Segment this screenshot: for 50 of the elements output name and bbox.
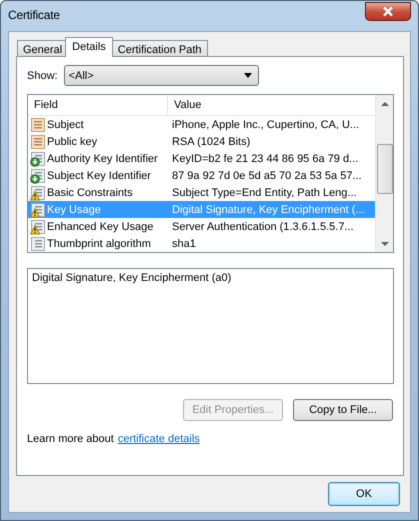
window-title: Certificate bbox=[8, 8, 60, 22]
field-name: Public key bbox=[47, 136, 98, 148]
tab[interactable]: Details bbox=[65, 37, 113, 57]
document-warning-icon bbox=[30, 218, 46, 234]
tab[interactable]: Certification Path bbox=[112, 40, 208, 57]
list-row[interactable]: Subject iPhone, Apple Inc., Cupertino, CA, U... bbox=[28, 116, 375, 133]
close-button[interactable] bbox=[365, 2, 411, 21]
field-value: Digital Signature, Key Encipherment (... bbox=[171, 204, 366, 216]
field-value: Server Authentication (1.3.6.1.5.5.7... bbox=[171, 220, 355, 232]
document-warning-icon bbox=[30, 184, 46, 200]
field-name: Authority Key Identifier bbox=[47, 152, 158, 164]
list-row[interactable]: Subject Key Identifier 87 9a 92 7d 0e 5d a5 70 2a 53 5a 57... bbox=[28, 167, 375, 184]
column-header[interactable]: Value bbox=[168, 95, 202, 115]
list-row[interactable]: Authority Key Identifier KeyID=b2 fe 21 23 44 86 95 6a 79 d... bbox=[28, 150, 375, 167]
field-value: Subject Type=End Entity, Path Leng... bbox=[171, 186, 358, 198]
detail-text-box[interactable]: Digital Signature, Key Encipherment (a0) bbox=[27, 268, 394, 384]
field-name: Subject bbox=[47, 118, 84, 130]
list-row[interactable]: Public key RSA (1024 Bits) bbox=[28, 133, 375, 150]
dropdown-arrow-icon bbox=[244, 73, 252, 78]
show-dropdown[interactable]: <All> bbox=[64, 65, 259, 86]
document-icon bbox=[30, 134, 46, 150]
certificate-details-link[interactable]: certificate details bbox=[118, 433, 200, 445]
list-row[interactable]: Thumbprint algorithm sha1 bbox=[28, 235, 375, 252]
document-icon bbox=[30, 236, 46, 252]
field-name: Subject Key Identifier bbox=[47, 170, 151, 182]
learn-more-text: Learn more about bbox=[27, 433, 114, 445]
copy-to-file-button[interactable]: Copy to File... bbox=[293, 399, 393, 421]
document-icon bbox=[30, 116, 46, 132]
field-value: KeyID=b2 fe 21 23 44 86 95 6a 79 d... bbox=[171, 152, 360, 164]
field-name: Thumbprint algorithm bbox=[47, 238, 151, 250]
ok-button[interactable]: OK bbox=[328, 482, 400, 506]
field-value: RSA (1024 Bits) bbox=[171, 136, 252, 148]
field-value: sha1 bbox=[171, 238, 197, 250]
scroll-up-icon[interactable] bbox=[380, 101, 388, 106]
list-row[interactable]: Enhanced Key Usage Server Authentication (1.3.6.1.5.5.7... bbox=[28, 218, 375, 235]
scrollbar[interactable] bbox=[375, 95, 393, 252]
field-value: 87 9a 92 7d 0e 5d a5 70 2a 53 5a 57... bbox=[171, 170, 363, 182]
field-name: Enhanced Key Usage bbox=[47, 220, 154, 232]
document-download-icon bbox=[30, 168, 46, 184]
field-name: Key Usage bbox=[47, 204, 101, 216]
field-name: Basic Constraints bbox=[47, 186, 133, 198]
list-row[interactable]: Basic Constraints Subject Type=End Entity, Path Leng... bbox=[28, 184, 375, 201]
scroll-down-icon[interactable] bbox=[380, 242, 388, 247]
close-icon bbox=[382, 6, 394, 17]
detail-text: Digital Signature, Key Encipherment (a0) bbox=[32, 272, 232, 284]
document-warning-icon bbox=[30, 202, 46, 218]
document-download-icon bbox=[30, 150, 46, 166]
field-value: iPhone, Apple Inc., Cupertino, CA, U... bbox=[171, 118, 360, 130]
show-label: Show: bbox=[27, 70, 58, 82]
column-header[interactable]: Field bbox=[28, 95, 168, 115]
